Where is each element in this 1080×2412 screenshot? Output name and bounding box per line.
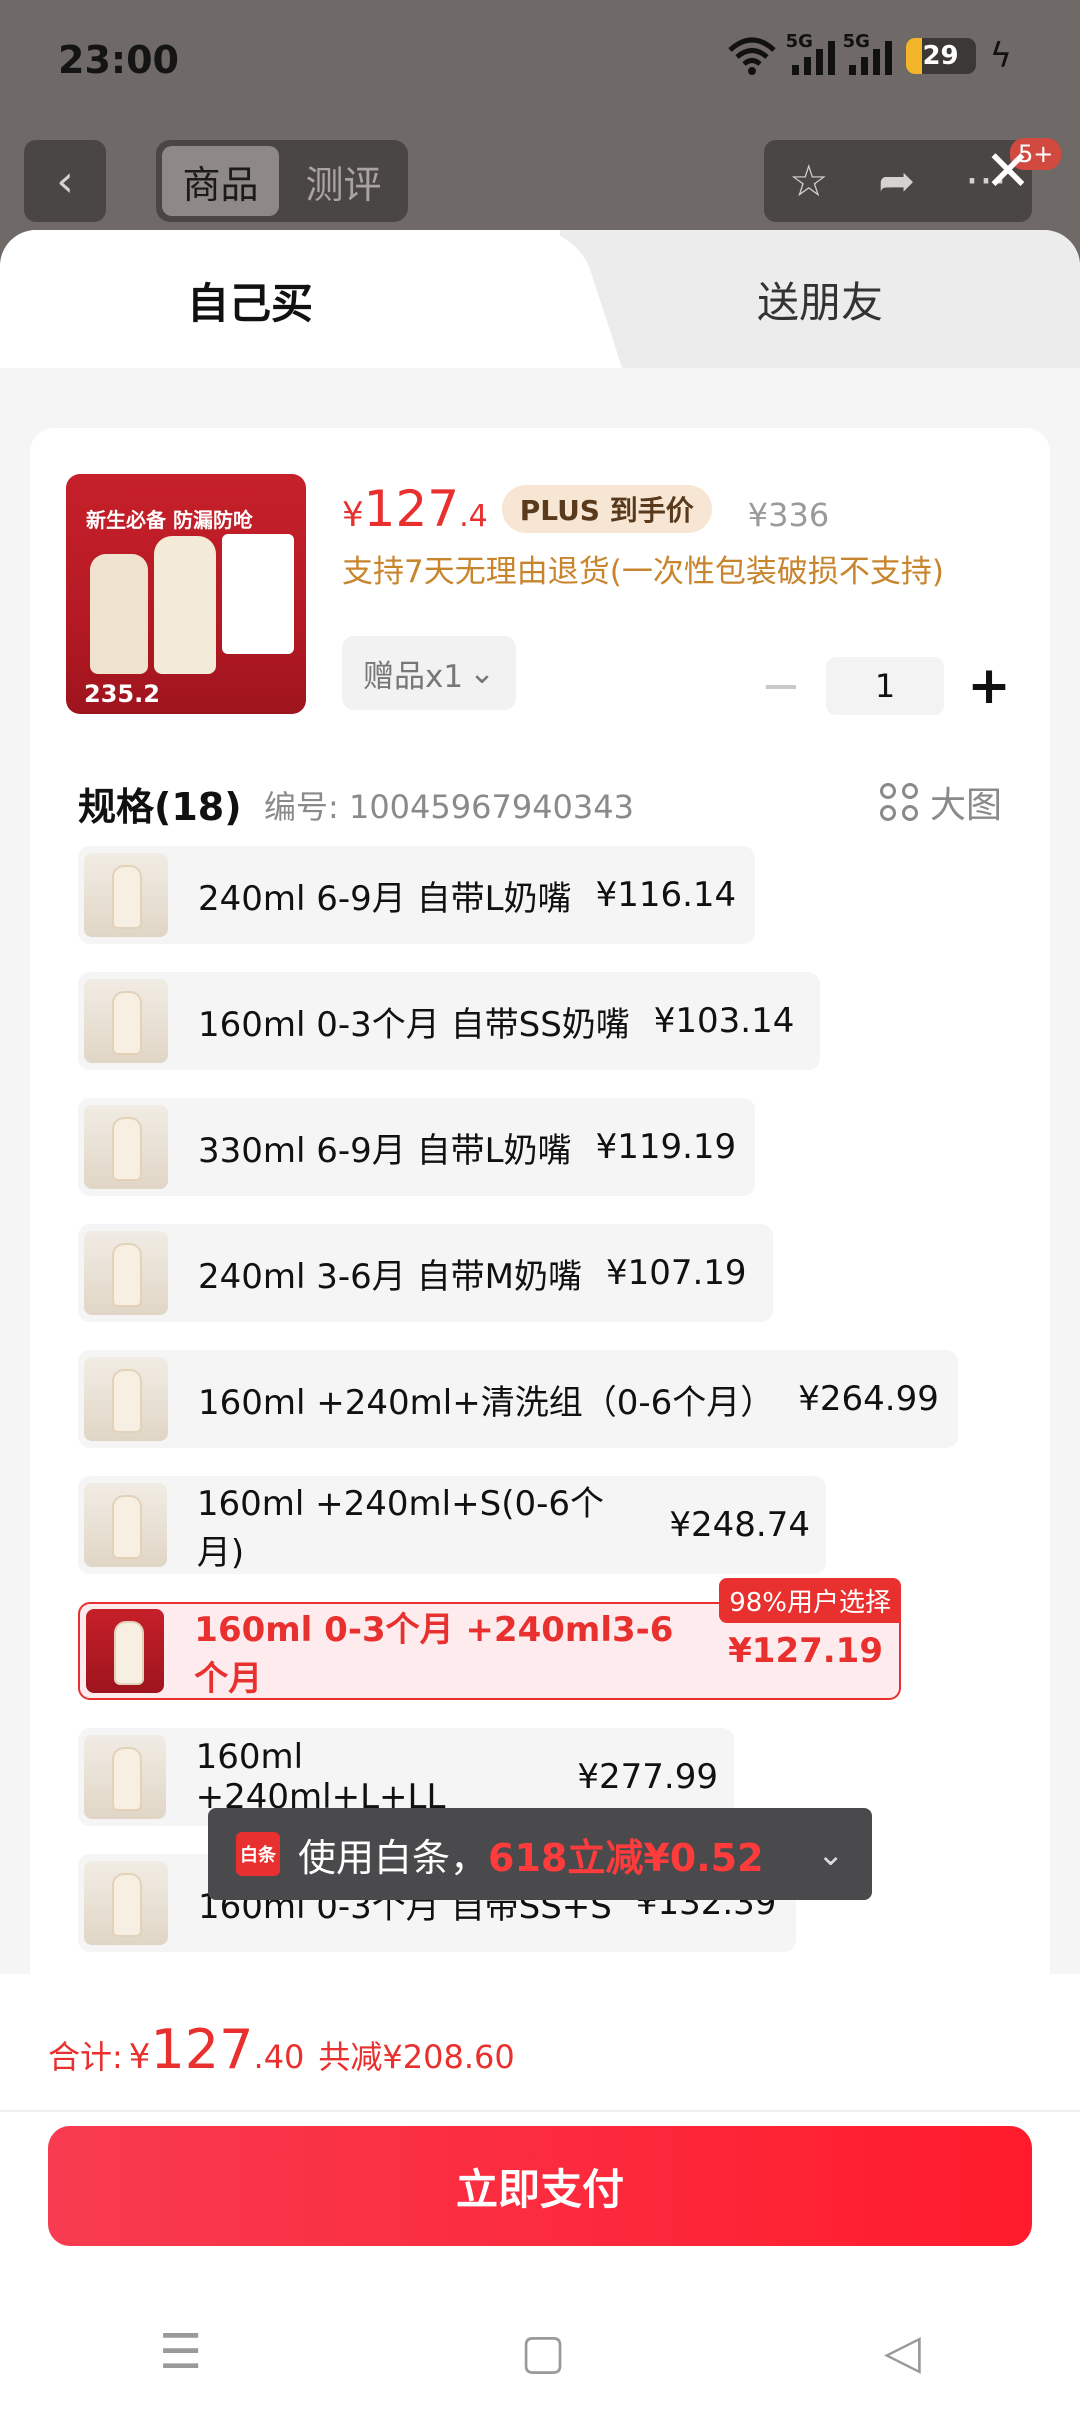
charging-icon: ϟ bbox=[989, 36, 1012, 76]
bottle-small-shape bbox=[90, 554, 148, 674]
option-price: ¥127.19 bbox=[728, 1631, 883, 1671]
option-thumbnail bbox=[84, 1231, 168, 1315]
close-icon[interactable]: ✕ bbox=[978, 142, 1038, 202]
spec-option[interactable]: 160ml +240ml+清洗组（0-6个月） ¥264.99 bbox=[78, 1350, 958, 1448]
product-image[interactable]: 新生必备 防漏防呛 235.2 bbox=[66, 474, 306, 714]
price-decimal: .4 bbox=[459, 499, 488, 534]
option-label: 160ml 0-3个月 自带SS奶嘴 bbox=[198, 1004, 630, 1045]
buy-mode-tabs: 送朋友 自己买 bbox=[0, 230, 1080, 370]
toast-discount: 618立减¥0.52 bbox=[488, 1835, 764, 1880]
spec-option[interactable]: 160ml 0-3个月 自带SS奶嘴 ¥103.14 bbox=[78, 972, 820, 1070]
plus-button[interactable]: + bbox=[964, 656, 1014, 716]
option-thumbnail bbox=[84, 1735, 166, 1819]
minus-button[interactable]: − bbox=[756, 658, 806, 714]
option-price: ¥116.14 bbox=[595, 875, 737, 915]
option-price: ¥107.19 bbox=[605, 1253, 747, 1293]
battery-icon: 29 bbox=[905, 38, 976, 74]
spec-option-selected[interactable]: 98%用户选择 160ml 0-3个月 +240ml3-6个月 ¥127.19 bbox=[78, 1578, 901, 1700]
tab-review[interactable]: 测评 bbox=[285, 146, 402, 216]
option-price: ¥277.99 bbox=[577, 1757, 718, 1797]
option-label: 160ml +240ml+清洗组（0-6个月） bbox=[198, 1382, 775, 1423]
big-image-button[interactable]: 大图 bbox=[879, 776, 1002, 828]
spec-title: 规格(18) bbox=[78, 785, 242, 829]
signal-icon-2: 5G bbox=[843, 31, 892, 75]
checkout-footer: 合计: ¥ 127 .40 共减¥208.60 立即支付 ☰ ▢ ◁ bbox=[0, 1974, 1080, 2412]
plus-price-tag: PLUS 到手价 bbox=[501, 485, 712, 533]
big-image-label: 大图 bbox=[929, 785, 1002, 826]
quantity-input[interactable]: 1 bbox=[826, 657, 944, 715]
product-image-price: 235.2 bbox=[84, 680, 160, 708]
quantity-stepper: − 1 + bbox=[756, 656, 1014, 716]
option-thumbnail bbox=[84, 1483, 167, 1567]
spec-option[interactable]: 330ml 6-9月 自带L奶嘴 ¥119.19 bbox=[78, 1098, 755, 1196]
gift-label: 赠品x1 bbox=[362, 658, 464, 695]
tab-buy-self-label: 自己买 bbox=[186, 278, 313, 328]
favorite-icon[interactable]: ☆ bbox=[789, 156, 828, 207]
promo-box-shape bbox=[222, 534, 294, 654]
menu-icon[interactable]: ☰ bbox=[159, 2324, 202, 2380]
product-image-text: 新生必备 防漏防呛 bbox=[86, 508, 253, 532]
total-saving: 共减¥208.60 bbox=[318, 2038, 515, 2076]
bottle-large-shape bbox=[154, 536, 216, 674]
option-thumbnail bbox=[84, 1357, 168, 1441]
option-price: ¥248.74 bbox=[669, 1505, 810, 1545]
back-button[interactable]: ‹ bbox=[24, 140, 106, 222]
option-thumbnail bbox=[86, 1609, 165, 1693]
option-thumbnail bbox=[84, 1861, 168, 1945]
page-nav: ‹ 商品 测评 ☆ ➦ ··· 5+ bbox=[0, 138, 1080, 224]
option-label: 160ml +240ml+S(0-6个月) bbox=[196, 1484, 604, 1573]
grid-icon bbox=[879, 783, 918, 821]
option-price: ¥103.14 bbox=[653, 1001, 795, 1041]
spec-option[interactable]: 160ml +240ml+S(0-6个月) ¥248.74 bbox=[78, 1476, 826, 1574]
price-integer: 127 bbox=[363, 480, 460, 538]
option-thumbnail bbox=[84, 1105, 168, 1189]
total-currency: ¥ bbox=[128, 2037, 151, 2077]
pay-now-button[interactable]: 立即支付 bbox=[48, 2126, 1032, 2246]
home-icon[interactable]: ▢ bbox=[520, 2324, 565, 2380]
option-label: 160ml 0-3个月 +240ml3-6个月 bbox=[194, 1610, 674, 1699]
baitiao-icon: 白条 bbox=[236, 1832, 280, 1876]
option-label: 240ml 3-6月 自带M奶嘴 bbox=[198, 1256, 582, 1297]
option-price: ¥119.19 bbox=[595, 1127, 737, 1167]
chevron-down-icon: ⌄ bbox=[469, 655, 496, 691]
order-total: 合计: ¥ 127 .40 共减¥208.60 bbox=[48, 2018, 515, 2081]
product-card: 新生必备 防漏防呛 235.2 ¥ 127 .4 PLUS 到手价 ¥336 支… bbox=[30, 428, 1050, 2028]
original-price: ¥336 bbox=[747, 496, 830, 534]
baitiao-promo-toast[interactable]: 白条 使用白条， 618立减¥0.52 ⌄ bbox=[208, 1808, 872, 1900]
option-label: 160ml +240ml+L+LL bbox=[195, 1737, 446, 1817]
price-row: ¥ 127 .4 PLUS 到手价 ¥336 bbox=[342, 480, 829, 539]
spec-option[interactable]: 240ml 3-6月 自带M奶嘴 ¥107.19 bbox=[78, 1224, 773, 1322]
divider bbox=[0, 2110, 1080, 2112]
chevron-down-icon[interactable]: ⌄ bbox=[817, 1835, 844, 1873]
purchase-sheet: 送朋友 自己买 新生必备 防漏防呛 235.2 ¥ 127 .4 PLUS 到手… bbox=[0, 230, 1080, 2412]
spec-option[interactable]: 240ml 6-9月 自带L奶嘴 ¥116.14 bbox=[78, 846, 755, 944]
system-nav-bar: ☰ ▢ ◁ bbox=[0, 2292, 1080, 2412]
signal-icon: 5G bbox=[786, 31, 835, 75]
tab-buy-self[interactable]: 自己买 bbox=[0, 230, 560, 370]
tab-product[interactable]: 商品 bbox=[162, 146, 279, 216]
popular-choice-badge: 98%用户选择 bbox=[719, 1578, 901, 1623]
back-icon[interactable]: ◁ bbox=[884, 2324, 921, 2380]
option-price: ¥264.99 bbox=[798, 1379, 939, 1419]
price-currency: ¥ bbox=[342, 495, 364, 535]
status-bar: 23:00 5G 5G 29 ϟ bbox=[0, 0, 1080, 125]
page-tabs: 商品 测评 bbox=[156, 140, 408, 222]
toast-text: 使用白条， bbox=[298, 1835, 489, 1880]
share-icon[interactable]: ➦ bbox=[878, 156, 915, 207]
option-label: 330ml 6-9月 自带L奶嘴 bbox=[198, 1130, 572, 1171]
status-icons: 5G 5G 29 ϟ bbox=[726, 31, 1012, 76]
status-time: 23:00 bbox=[58, 38, 179, 82]
total-integer: 127 bbox=[150, 2018, 254, 2081]
return-policy: 支持7天无理由退货(一次性包装破损不支持) bbox=[342, 554, 944, 590]
total-decimal: .40 bbox=[253, 2038, 305, 2076]
option-thumbnail bbox=[84, 979, 168, 1063]
option-label: 240ml 6-9月 自带L奶嘴 bbox=[198, 878, 572, 919]
product-code: 编号: 10045967940343 bbox=[264, 788, 634, 826]
gift-selector[interactable]: 赠品x1 ⌄ bbox=[342, 636, 516, 710]
option-thumbnail bbox=[84, 853, 168, 937]
total-label: 合计: bbox=[48, 2038, 123, 2076]
wifi-icon bbox=[727, 37, 776, 75]
